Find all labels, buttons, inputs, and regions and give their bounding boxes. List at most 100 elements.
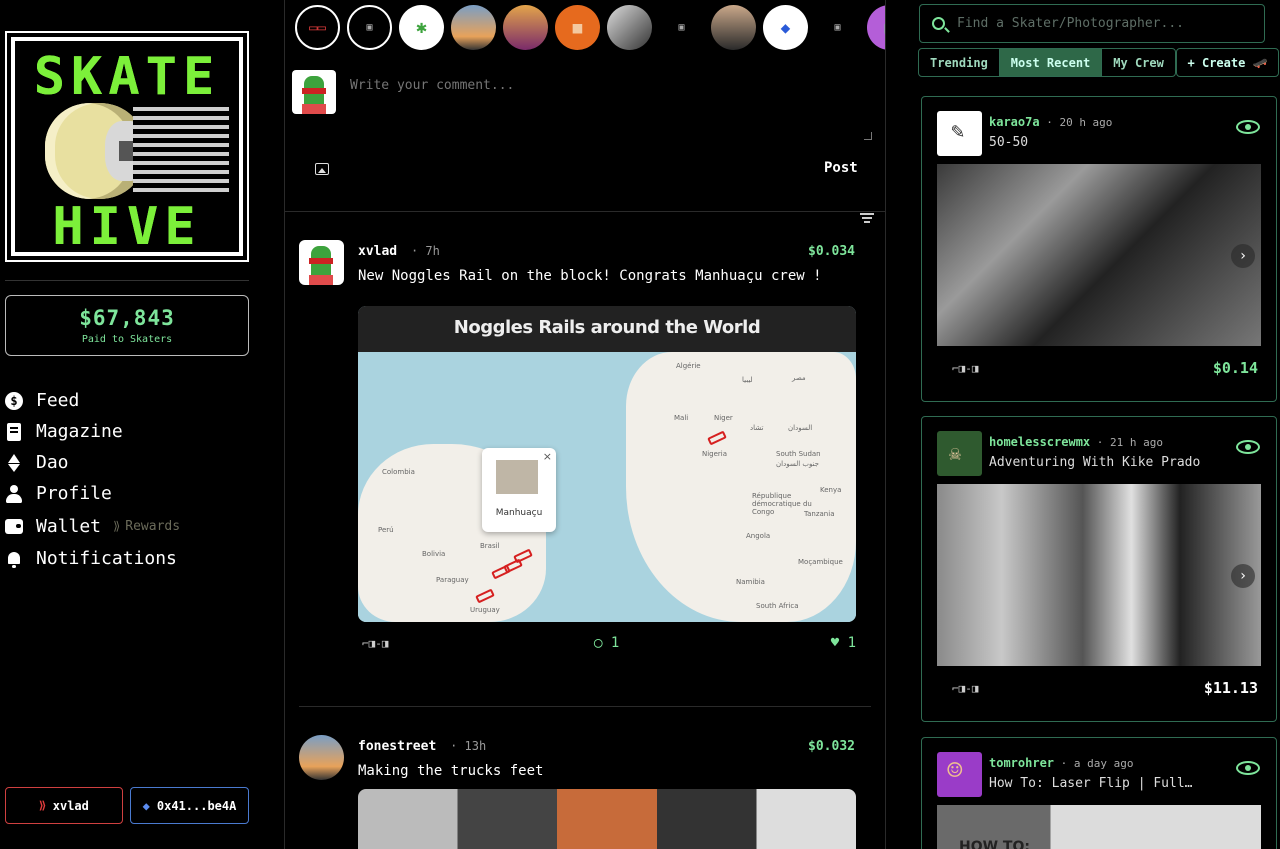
resize-grip-icon[interactable]: [864, 132, 872, 140]
post-payout[interactable]: $0.034: [808, 244, 855, 259]
close-icon[interactable]: ×: [543, 450, 552, 463]
story-avatar[interactable]: ■: [555, 5, 600, 50]
card-payout[interactable]: $0.14: [1213, 359, 1258, 377]
story-avatar[interactable]: ✱: [399, 5, 444, 50]
tab-my-crew[interactable]: My Crew: [1102, 49, 1175, 76]
logo-word-top: SKATE: [33, 47, 221, 107]
sidebar-item-magazine[interactable]: Magazine: [5, 416, 180, 447]
create-button[interactable]: + Create 🛹: [1176, 48, 1279, 77]
card-time: · 20 h ago: [1039, 116, 1113, 129]
robot-icon: ▣: [678, 22, 685, 33]
search-icon: [932, 17, 945, 30]
logo-word-bottom: HIVE: [52, 197, 202, 256]
rewards-label: Rewards: [125, 518, 181, 534]
map-embed[interactable]: Noggles Rails around the World Algérie ل…: [358, 306, 856, 622]
post-image[interactable]: [358, 789, 856, 849]
sidebar-item-notifications[interactable]: Notifications: [5, 543, 180, 574]
eth-wallet-button[interactable]: ◆ 0x41...be4A: [130, 787, 249, 824]
story-avatar[interactable]: [503, 5, 548, 50]
post-username[interactable]: fonestreet: [358, 739, 436, 754]
skatehive-logo[interactable]: SKATE HIVE: [5, 31, 249, 262]
card-image[interactable]: ›: [937, 484, 1261, 666]
card-time: · 21 h ago: [1090, 436, 1164, 449]
tab-trending[interactable]: Trending: [919, 49, 1000, 76]
sidebar-item-feed[interactable]: $ Feed: [5, 385, 180, 416]
comment-button[interactable]: ◯ 1: [594, 635, 619, 651]
eye-icon[interactable]: [1236, 120, 1260, 134]
noggles-vote-button[interactable]: ⌐◨-◨: [362, 637, 389, 650]
story-avatar[interactable]: ▭▭: [295, 5, 340, 50]
paid-label: Paid to Skaters: [81, 334, 173, 345]
card-username[interactable]: tomrohrer · a day ago: [989, 756, 1134, 770]
story-avatar[interactable]: [607, 5, 652, 50]
card-title: How To: Laser Flip | Full…: [989, 776, 1193, 791]
story-avatar[interactable]: ▣: [347, 5, 392, 50]
map-popup: × Manhuaçu: [482, 448, 556, 532]
sidebar-item-wallet[interactable]: Wallet ⟫ Rewards: [5, 509, 180, 543]
sidebar-item-dao[interactable]: Dao: [5, 447, 180, 478]
card-payout[interactable]: $11.13: [1204, 679, 1258, 697]
card-avatar[interactable]: ☺: [937, 752, 982, 797]
post-button[interactable]: Post: [824, 160, 858, 176]
card-username[interactable]: homelesscrewmx · 21 h ago: [989, 435, 1163, 449]
story-avatar[interactable]: [711, 5, 756, 50]
popup-location-label: Manhuaçu: [495, 508, 543, 518]
robot-icon: ▣: [366, 22, 373, 33]
eye-icon[interactable]: [1236, 761, 1260, 775]
noggles-icon: ▭▭: [309, 19, 326, 36]
post-header: fonestreet · 13h: [358, 739, 486, 754]
comment-input[interactable]: [350, 78, 880, 144]
hive-user-button[interactable]: ⟫ xvlad: [5, 787, 123, 824]
post-text: Making the trucks feet: [358, 763, 544, 779]
world-map[interactable]: Algérie ليبيا مصر Mali Niger تشاد السودا…: [358, 352, 856, 622]
search-input[interactable]: [957, 16, 1257, 31]
chevron-right-icon[interactable]: ›: [1231, 564, 1255, 588]
cactus-icon: ✱: [416, 17, 427, 38]
post-header: xvlad · 7h: [358, 244, 440, 259]
noggles-vote-button[interactable]: ⌐◨-◨: [952, 362, 979, 375]
image-upload-icon[interactable]: [315, 163, 329, 175]
popup-image[interactable]: [496, 460, 538, 494]
search-bar[interactable]: [919, 4, 1265, 43]
post-username[interactable]: xvlad: [358, 244, 397, 259]
filter-icon[interactable]: [860, 213, 874, 223]
noggles-vote-button[interactable]: ⌐◨-◨: [952, 682, 979, 695]
post-avatar[interactable]: [299, 735, 344, 780]
card-image[interactable]: ›: [937, 164, 1261, 346]
post-card[interactable]: ☠ homelesscrewmx · 21 h ago Adventuring …: [921, 416, 1277, 722]
feed-tabs: Trending Most Recent My Crew: [918, 48, 1176, 77]
tab-most-recent[interactable]: Most Recent: [999, 49, 1103, 76]
book-icon: [5, 422, 23, 441]
story-avatar[interactable]: ▣: [659, 5, 704, 50]
post-card[interactable]: ✎ karao7a · 20 h ago 50-50 › ⌐◨-◨ $0.14: [921, 96, 1277, 402]
story-avatar[interactable]: ■: [867, 5, 885, 50]
card-image[interactable]: HOW TO:: [937, 805, 1261, 849]
sidebar-divider: [5, 280, 249, 281]
eye-icon[interactable]: [1236, 440, 1260, 454]
logo-frame: SKATE HIVE: [11, 37, 243, 256]
sidebar-item-label: Wallet: [36, 515, 102, 537]
story-avatar[interactable]: ◆: [763, 5, 808, 50]
post-payout[interactable]: $0.032: [808, 739, 855, 754]
story-avatar[interactable]: ▣: [815, 5, 860, 50]
card-time: · a day ago: [1054, 757, 1134, 770]
post-avatar[interactable]: [299, 240, 344, 285]
rewards-link[interactable]: ⟫ Rewards: [113, 519, 180, 534]
main-feed: ▭▭ ▣ ✱ ■ ▣ ◆ ▣ ■ Post xvlad · 7h: [285, 0, 886, 849]
comment-composer: [290, 68, 880, 148]
sidebar-item-label: Feed: [36, 390, 80, 411]
pixel-bird-icon: ◆: [780, 18, 791, 37]
sidebar-item-profile[interactable]: Profile: [5, 478, 180, 509]
right-column: Trending Most Recent My Crew + Create 🛹 …: [886, 0, 1280, 849]
card-avatar[interactable]: ☠: [937, 431, 982, 476]
story-avatar[interactable]: [451, 5, 496, 50]
bell-icon: [5, 550, 23, 568]
card-username[interactable]: karao7a · 20 h ago: [989, 115, 1112, 129]
left-sidebar: SKATE HIVE $67,843 Paid to Skaters $ Fee…: [0, 0, 285, 849]
like-button[interactable]: ♥ 1: [831, 635, 856, 651]
feed-post: fonestreet · 13h $0.032 Making the truck…: [299, 735, 871, 849]
skull-icon: ☠: [949, 441, 962, 465]
card-avatar[interactable]: ✎: [937, 111, 982, 156]
chevron-right-icon[interactable]: ›: [1231, 244, 1255, 268]
post-card[interactable]: ☺ tomrohrer · a day ago How To: Laser Fl…: [921, 737, 1277, 849]
